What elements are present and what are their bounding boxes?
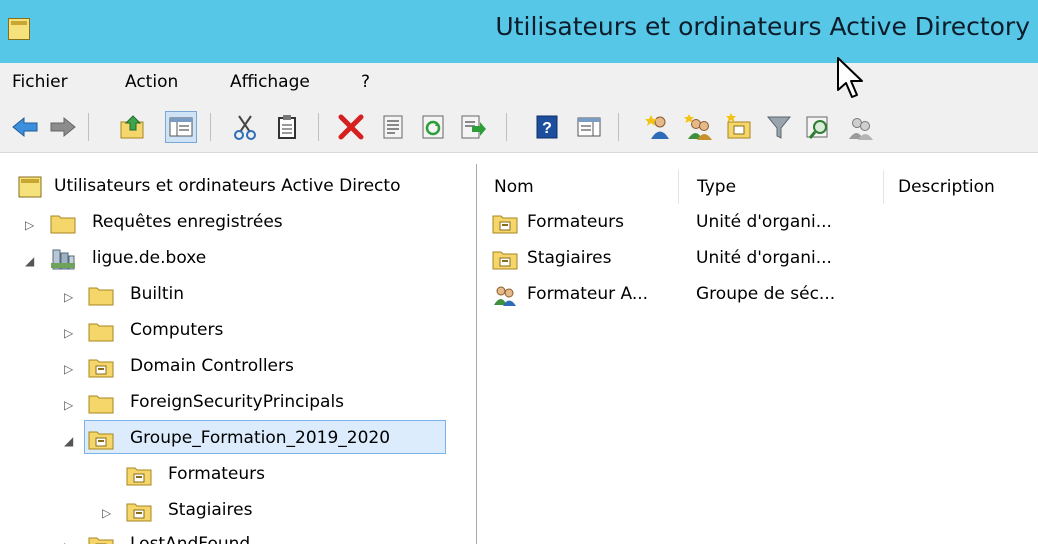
tree-item-label: ForeignSecurityPrincipals — [130, 392, 345, 412]
help-icon[interactable]: ? — [532, 112, 562, 142]
menu-action[interactable]: Action — [125, 72, 178, 92]
expand-arrow-icon[interactable]: ▷ — [64, 290, 78, 304]
list-item-type: Groupe de séc... — [696, 284, 836, 304]
tree-item-builtin[interactable]: ▷ Builtin — [0, 280, 476, 314]
tree-item-groupe-formation[interactable]: ◢ Groupe_Formation_2019_2020 — [0, 424, 476, 458]
aduc-root-icon — [18, 176, 42, 198]
pane-splitter[interactable] — [476, 164, 484, 544]
console-tree[interactable]: Utilisateurs et ordinateurs Active Direc… — [0, 164, 476, 544]
tree-item-computers[interactable]: ▷ Computers — [0, 316, 476, 350]
list-item[interactable]: Formateur A... Groupe de séc... — [484, 280, 1038, 314]
menu-bar: Fichier Action Affichage ? — [0, 63, 1038, 103]
expand-arrow-icon[interactable]: ▷ — [64, 362, 78, 376]
cut-icon[interactable] — [230, 112, 260, 142]
list-item-type: Unité d'organi... — [696, 212, 832, 232]
tree-item-label: Domain Controllers — [130, 356, 294, 376]
tree-item-saved-queries[interactable]: ▷ Requêtes enregistrées — [0, 208, 476, 242]
ou-icon — [88, 537, 114, 544]
expand-arrow-icon[interactable]: ▷ — [64, 326, 78, 340]
folder-icon — [88, 323, 114, 342]
toolbar: ? — [0, 103, 1038, 153]
group-icon — [494, 286, 516, 306]
ou-icon — [492, 251, 518, 270]
ou-icon — [492, 215, 518, 234]
ou-icon — [126, 467, 152, 486]
folder-icon — [88, 287, 114, 306]
app-icon[interactable] — [8, 18, 30, 40]
svg-text:?: ? — [542, 120, 552, 137]
ou-icon — [88, 431, 114, 450]
find-icon[interactable] — [804, 112, 834, 142]
list-item-type: Unité d'organi... — [696, 248, 832, 268]
expand-arrow-icon[interactable]: ▷ — [25, 218, 39, 232]
list-item-name: Formateurs — [527, 212, 624, 232]
list-item[interactable]: Formateurs Unité d'organi... — [484, 208, 1038, 242]
window-title: Utilisateurs et ordinateurs Active Direc… — [495, 12, 1030, 41]
menu-help[interactable]: ? — [361, 72, 370, 92]
tree-root[interactable]: Utilisateurs et ordinateurs Active Direc… — [0, 172, 476, 206]
refresh-icon[interactable] — [418, 112, 448, 142]
list-item[interactable]: Stagiaires Unité d'organi... — [484, 244, 1038, 278]
expand-arrow-icon[interactable]: ▷ — [64, 398, 78, 412]
tree-item-foreign-security-principals[interactable]: ▷ ForeignSecurityPrincipals — [0, 388, 476, 422]
show-action-pane-icon[interactable] — [574, 112, 604, 142]
list-item-name: Stagiaires — [527, 248, 612, 268]
tree-item-stagiaires[interactable]: ▷ Stagiaires — [0, 496, 476, 530]
menu-affichage[interactable]: Affichage — [230, 72, 310, 92]
tree-item-lost-and-found[interactable]: ▷ LostAndFound — [0, 530, 476, 544]
column-header-nom[interactable]: Nom — [484, 170, 679, 204]
up-folder-icon[interactable] — [118, 112, 148, 142]
filter-icon[interactable] — [764, 112, 794, 142]
details-list[interactable]: Nom Type Description Formateurs Unité d'… — [484, 164, 1038, 544]
tree-item-label: ligue.de.boxe — [92, 248, 207, 268]
tree-item-label: Computers — [130, 320, 224, 340]
forward-icon[interactable] — [48, 112, 78, 142]
delete-icon[interactable] — [336, 112, 366, 142]
tree-item-label: Requêtes enregistrées — [92, 212, 283, 232]
mouse-cursor-icon — [837, 57, 863, 98]
domain-icon — [51, 249, 75, 270]
export-list-icon[interactable] — [458, 112, 488, 142]
show-console-tree-icon[interactable] — [165, 111, 197, 143]
tree-item-label: Stagiaires — [168, 500, 253, 520]
title-bar: Utilisateurs et ordinateurs Active Direc… — [0, 0, 1038, 63]
folder-icon — [50, 215, 76, 234]
new-user-icon[interactable] — [644, 112, 674, 142]
column-header-type[interactable]: Type — [687, 170, 884, 204]
menu-fichier[interactable]: Fichier — [12, 72, 68, 92]
tree-item-domain-controllers[interactable]: ▷ Domain Controllers — [0, 352, 476, 386]
tree-item-label: Formateurs — [168, 464, 265, 484]
collapse-arrow-icon[interactable]: ◢ — [64, 434, 78, 448]
add-to-group-icon[interactable] — [846, 112, 876, 142]
properties-icon[interactable] — [378, 112, 408, 142]
folder-icon — [88, 395, 114, 414]
tree-root-label: Utilisateurs et ordinateurs Active Direc… — [54, 176, 401, 196]
tree-item-formateurs[interactable]: Formateurs — [0, 460, 476, 494]
collapse-arrow-icon[interactable]: ◢ — [25, 254, 39, 268]
tree-item-label: Builtin — [130, 284, 185, 304]
ou-icon — [88, 359, 114, 378]
new-group-icon[interactable] — [684, 112, 714, 142]
back-icon[interactable] — [10, 112, 40, 142]
tree-item-label: LostAndFound — [130, 534, 251, 544]
tree-item-domain[interactable]: ◢ ligue.de.boxe — [0, 244, 476, 278]
list-item-name: Formateur A... — [527, 284, 649, 304]
ou-icon — [126, 503, 152, 522]
new-ou-icon[interactable] — [724, 112, 754, 142]
expand-arrow-icon[interactable]: ▷ — [102, 506, 116, 520]
tree-item-label: Groupe_Formation_2019_2020 — [130, 428, 391, 448]
expand-arrow-icon[interactable]: ▷ — [64, 540, 78, 544]
column-header-description[interactable]: Description — [888, 170, 1038, 204]
paste-icon[interactable] — [272, 112, 302, 142]
